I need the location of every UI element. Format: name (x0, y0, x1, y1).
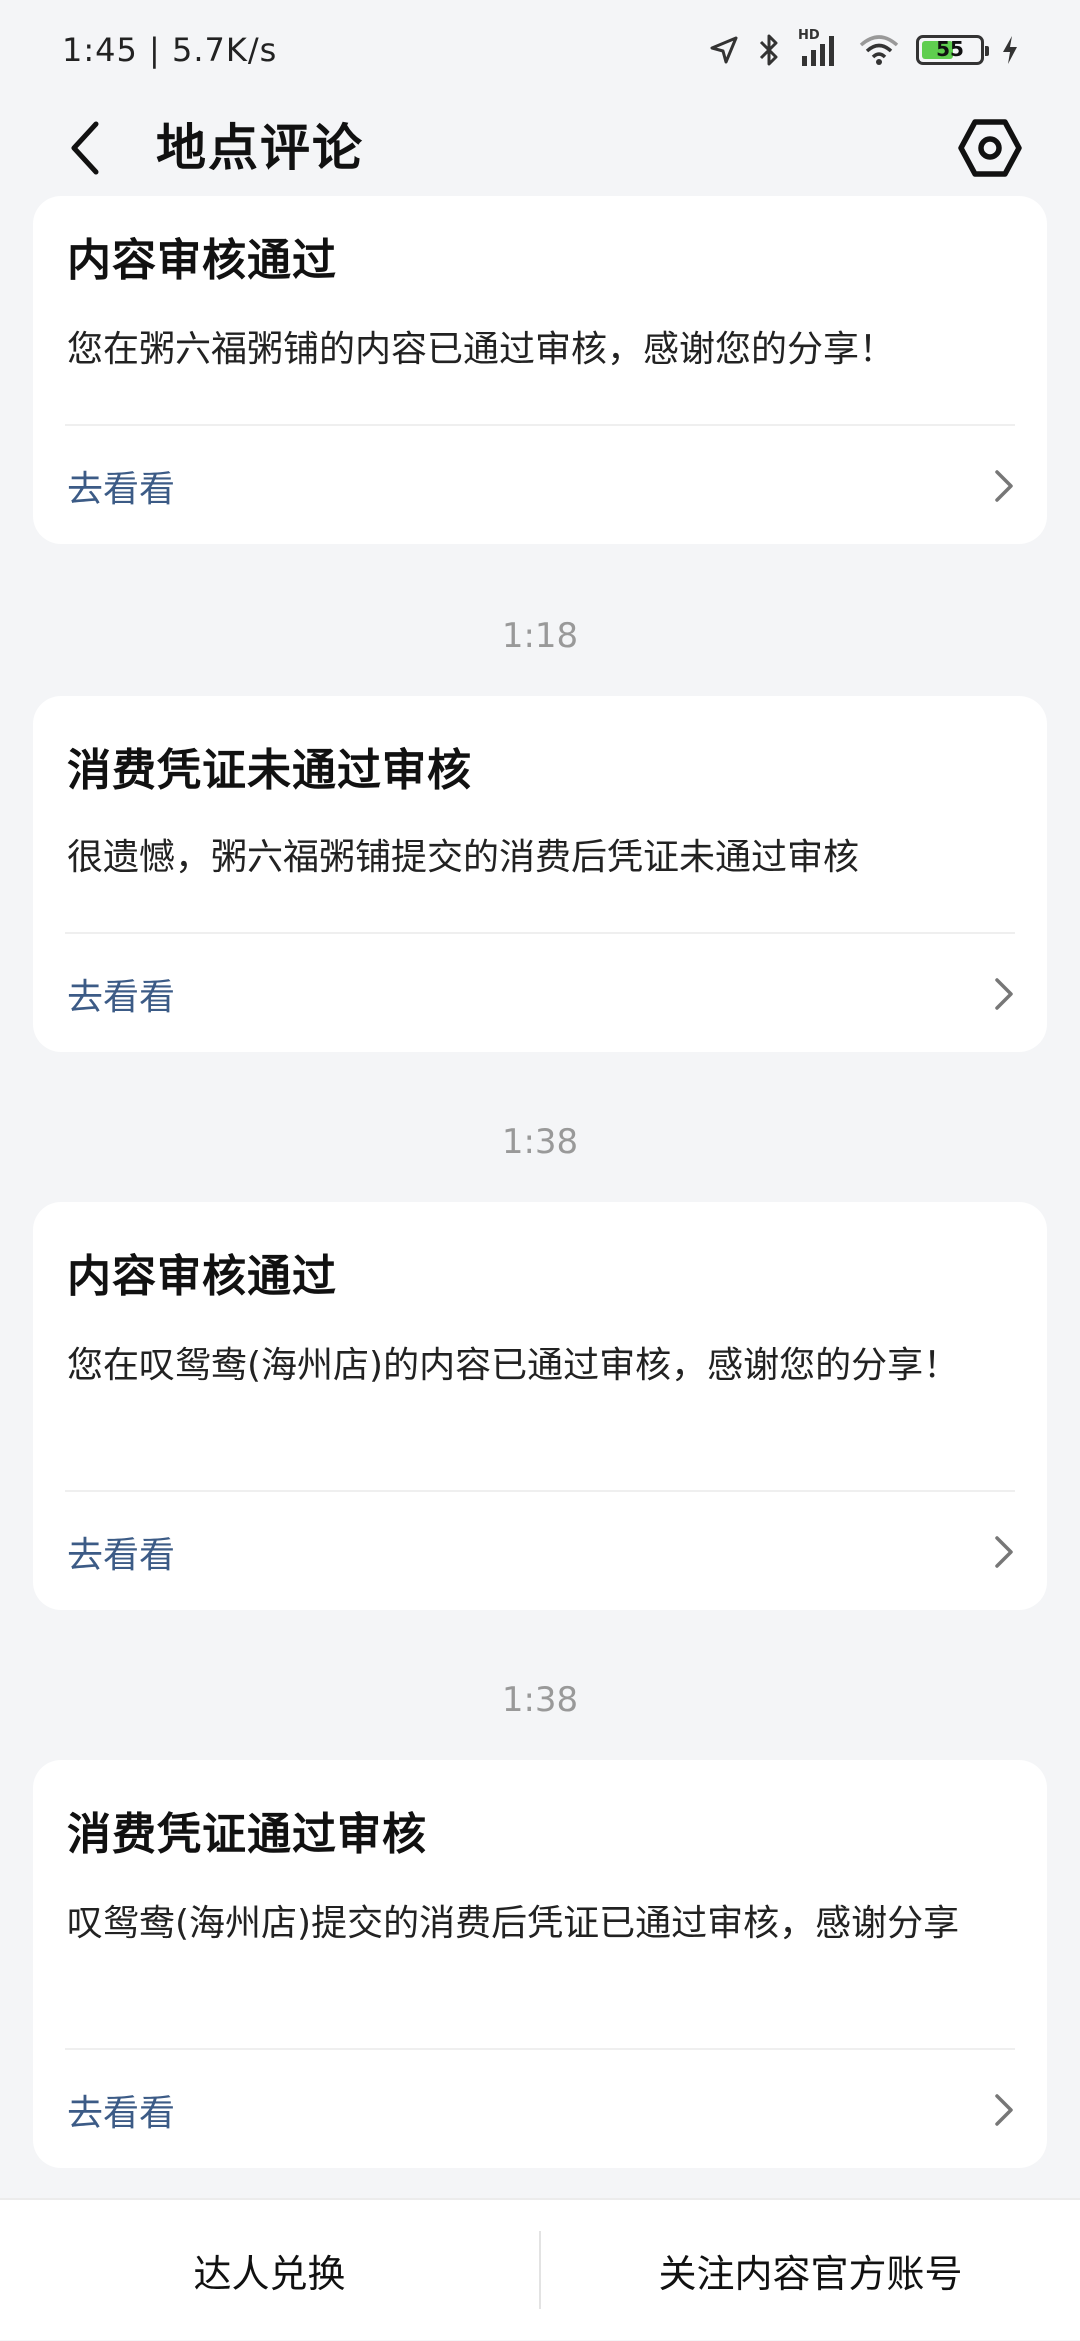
view-link-label: 去看看 (67, 1535, 176, 1576)
battery-level: 55 (936, 37, 964, 61)
timestamp: 1:38 (501, 1122, 579, 1162)
view-link[interactable]: 去看看 (65, 2070, 1015, 2150)
divider (65, 424, 1015, 426)
status-icons: HD 55 (708, 28, 1020, 68)
back-chevron-icon (71, 121, 99, 175)
page-title: 地点评论 (156, 119, 364, 177)
charging-icon (1000, 34, 1020, 66)
card-title: 内容审核通过 (67, 1251, 337, 1302)
chevron-right-icon (995, 2094, 1013, 2126)
hd-signal-icon: HD (798, 28, 842, 68)
timestamp: 1:18 (501, 616, 579, 656)
card-title: 消费凭证通过审核 (67, 1809, 427, 1860)
card-title: 内容审核通过 (67, 235, 337, 286)
status-time-speed: 1:45 | 5.7K/s (62, 31, 278, 69)
notification-card: 内容审核通过 您在叹鸳鸯(海州店)的内容已通过审核，感谢您的分享！ 去看看 (33, 1202, 1047, 1610)
notification-card: 内容审核通过 您在粥六福粥铺的内容已通过审核，感谢您的分享！ 去看看 (33, 196, 1047, 544)
notification-card: 消费凭证通过审核 叹鸳鸯(海州店)提交的消费后凭证已通过审核，感谢分享 去看看 (33, 1760, 1047, 2168)
divider (65, 2048, 1015, 2050)
back-button[interactable] (56, 100, 116, 196)
view-link[interactable]: 去看看 (65, 1512, 1015, 1592)
card-body: 很遗憾，粥六福粥铺提交的消费后凭证未通过审核 (67, 837, 860, 878)
chevron-right-icon (995, 1536, 1013, 1568)
view-link-label: 去看看 (67, 469, 176, 510)
card-body: 您在粥六福粥铺的内容已通过审核，感谢您的分享！ (67, 329, 896, 370)
location-icon (708, 34, 740, 66)
creator-exchange-button[interactable]: 达人兑换 (0, 2199, 539, 2341)
view-link-label: 去看看 (67, 2093, 176, 2134)
view-link-label: 去看看 (67, 977, 176, 1018)
chevron-right-icon (995, 470, 1013, 502)
card-body: 您在叹鸳鸯(海州店)的内容已通过审核，感谢您的分享！ (67, 1345, 960, 1386)
notification-feed: 内容审核通过 您在粥六福粥铺的内容已通过审核，感谢您的分享！ 去看看 1:18 … (0, 196, 1080, 2196)
settings-hex-icon (958, 119, 1022, 177)
divider (65, 932, 1015, 934)
status-bar: 1:45 | 5.7K/s HD 55 (0, 0, 1080, 100)
app-header: 地点评论 (0, 100, 1080, 196)
card-body: 叹鸳鸯(海州店)提交的消费后凭证已通过审核，感谢分享 (67, 1903, 960, 1944)
card-title: 消费凭证未通过审核 (67, 745, 472, 796)
settings-button[interactable] (950, 100, 1030, 196)
notification-card: 消费凭证未通过审核 很遗憾，粥六福粥铺提交的消费后凭证未通过审核 去看看 (33, 696, 1047, 1052)
view-link[interactable]: 去看看 (65, 446, 1015, 526)
battery-icon: 55 (916, 35, 989, 65)
timestamp: 1:38 (501, 1680, 579, 1720)
chevron-right-icon (995, 978, 1013, 1010)
bluetooth-icon (756, 33, 782, 67)
view-link[interactable]: 去看看 (65, 954, 1015, 1034)
bottom-action-bar: 达人兑换 关注内容官方账号 (0, 2198, 1080, 2340)
follow-official-account-button[interactable]: 关注内容官方账号 (541, 2199, 1080, 2341)
divider (65, 1490, 1015, 1492)
wifi-icon (858, 34, 900, 66)
